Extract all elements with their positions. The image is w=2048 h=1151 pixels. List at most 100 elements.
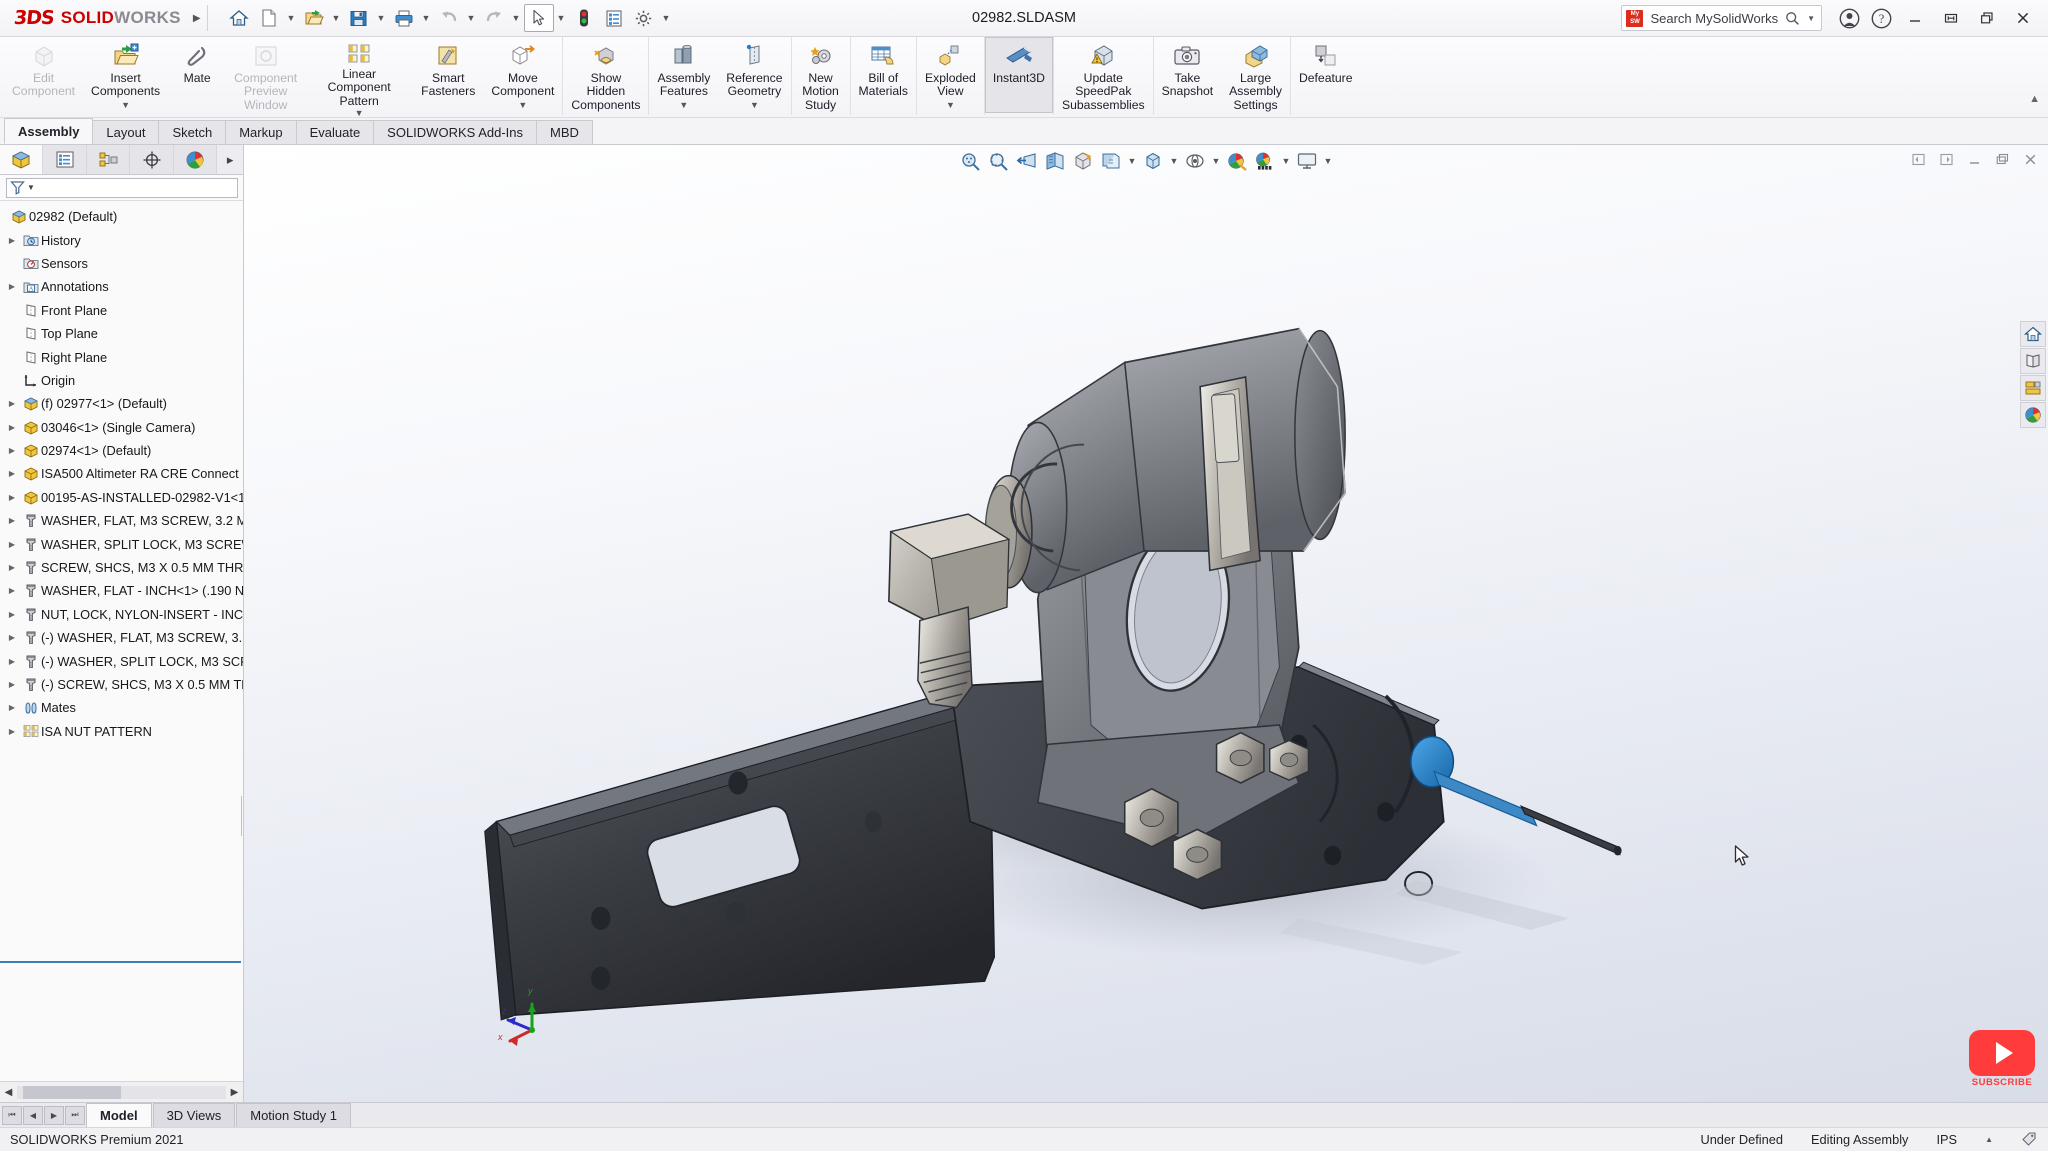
feature-manager-tab[interactable] <box>0 145 44 174</box>
window-maximize-button[interactable] <box>1970 3 2004 33</box>
search-caret-icon[interactable]: ▼ <box>1807 14 1815 23</box>
display-monitor-caret-icon[interactable]: ▼ <box>1322 147 1335 175</box>
take-snapshot-button[interactable]: Take Snapshot <box>1154 37 1222 113</box>
tree-node[interactable]: ▶ WASHER, SPLIT LOCK, M3 SCREW <box>0 532 243 555</box>
tree-expand-arrow-icon[interactable]: ▶ <box>4 282 20 291</box>
select-arrow-icon[interactable] <box>523 4 554 32</box>
doc-tab-model[interactable]: Model <box>86 1103 152 1127</box>
graphics-area[interactable]: ▼ ▼ ▼ ▼ ▼ y z x SUBSCRIBE <box>244 145 2048 1102</box>
view-layout-icon[interactable] <box>2020 375 2046 401</box>
status-units-caret-icon[interactable]: ▲ <box>1985 1135 1993 1144</box>
tree-expand-arrow-icon[interactable]: ▶ <box>4 586 20 595</box>
view-settings-icon[interactable] <box>1252 147 1279 175</box>
tree-expand-arrow-icon[interactable]: ▶ <box>4 516 20 525</box>
tree-expand-arrow-icon[interactable]: ▶ <box>4 680 20 689</box>
3d-model-viewport[interactable] <box>244 145 2048 1102</box>
tree-expand-arrow-icon[interactable]: ▶ <box>4 703 20 712</box>
tree-node[interactable]: ▶ 03046<1> (Single Camera) <box>0 416 243 439</box>
redo-icon[interactable] <box>479 4 509 32</box>
tree-expand-arrow-icon[interactable]: ▶ <box>4 423 20 432</box>
tree-node[interactable]: ▶ (-) SCREW, SHCS, M3 X 0.5 MM TH <box>0 673 243 696</box>
tree-expand-arrow-icon[interactable]: ▶ <box>4 540 20 549</box>
tab-nav-last-icon[interactable]: ⏭ <box>65 1105 85 1125</box>
home-icon[interactable] <box>224 4 254 32</box>
tab-layout[interactable]: Layout <box>92 120 160 144</box>
view-book-icon[interactable] <box>2020 348 2046 374</box>
move-component-button[interactable]: Move Component ▼ <box>483 37 562 113</box>
youtube-play-icon[interactable] <box>1969 1030 2035 1076</box>
tree-expand-arrow-icon[interactable]: ▶ <box>4 727 20 736</box>
undo-caret-icon[interactable]: ▼ <box>464 4 479 32</box>
component-preview-window-button[interactable]: Component Preview Window <box>226 37 305 113</box>
select-caret-icon[interactable]: ▼ <box>554 4 569 32</box>
tree-expand-arrow-icon[interactable]: ▶ <box>4 469 20 478</box>
tree-node[interactable]: ▶ 02974<1> (Default) <box>0 439 243 462</box>
bill-of-materials-button[interactable]: Bill of Materials <box>851 37 916 113</box>
doc-tab-3d-views[interactable]: 3D Views <box>152 1103 236 1127</box>
tree-filter-input[interactable]: ▼ <box>6 177 238 198</box>
hide-show-items-caret-icon[interactable]: ▼ <box>1168 147 1181 175</box>
ribbon-collapse-caret-icon[interactable]: ▲ <box>2029 93 2040 105</box>
options-gear-icon[interactable] <box>629 4 659 32</box>
tree-expand-arrow-icon[interactable]: ▶ <box>4 563 20 572</box>
doc-close-icon[interactable] <box>2018 147 2042 171</box>
open-document-caret-icon[interactable]: ▼ <box>329 4 344 32</box>
search-input[interactable]: My SW Search MySolidWorks ▼ <box>1621 5 1822 31</box>
insert-components-button[interactable]: Insert Components ▼ <box>83 37 168 113</box>
move-component-dropdown-caret-icon[interactable]: ▼ <box>518 100 527 112</box>
hide-show-items-icon[interactable] <box>1140 147 1167 175</box>
tree-node[interactable]: ▶ A Annotations <box>0 275 243 298</box>
tab-assembly[interactable]: Assembly <box>4 118 94 144</box>
undo-icon[interactable] <box>434 4 464 32</box>
print-caret-icon[interactable]: ▼ <box>419 4 434 32</box>
edit-component-button[interactable]: Edit Component <box>4 37 83 113</box>
tree-node[interactable]: ▶ Mates <box>0 696 243 719</box>
scroll-trough[interactable] <box>17 1085 226 1099</box>
exploded-view-dropdown-caret-icon[interactable]: ▼ <box>946 100 955 112</box>
doc-restore-icon[interactable] <box>1990 147 2014 171</box>
window-close-button[interactable] <box>2006 3 2040 33</box>
youtube-subscribe-watermark[interactable]: SUBSCRIBE <box>1966 1030 2038 1088</box>
defeature-button[interactable]: Defeature <box>1291 37 1361 113</box>
tree-node[interactable]: ▶ (f) 02977<1> (Default) <box>0 392 243 415</box>
tree-node[interactable]: ▶ ISA500 Altimeter RA CRE Connect <box>0 462 243 485</box>
doc-tab-motion-study-1[interactable]: Motion Study 1 <box>236 1103 351 1127</box>
tree-node[interactable]: Top Plane <box>0 322 243 345</box>
linear-component-pattern-dropdown-caret-icon[interactable]: ▼ <box>355 108 364 120</box>
tree-horizontal-scrollbar[interactable]: ◀ ▶ <box>0 1081 243 1102</box>
print-icon[interactable] <box>389 4 419 32</box>
tab-sketch[interactable]: Sketch <box>158 120 227 144</box>
insert-components-dropdown-caret-icon[interactable]: ▼ <box>121 100 130 112</box>
tree-node[interactable]: ▶ WASHER, FLAT, M3 SCREW, 3.2 M <box>0 509 243 532</box>
tab-markup[interactable]: Markup <box>225 120 297 144</box>
zoom-to-area-icon[interactable] <box>986 147 1013 175</box>
display-monitor-icon[interactable] <box>1294 147 1321 175</box>
user-account-icon[interactable] <box>1834 3 1864 33</box>
redo-caret-icon[interactable]: ▼ <box>509 4 524 32</box>
display-style-caret-icon[interactable]: ▼ <box>1126 147 1139 175</box>
instant3d-button[interactable]: Instant3D <box>984 37 1053 113</box>
tree-expand-arrow-icon[interactable]: ▶ <box>4 610 20 619</box>
reference-geometry-dropdown-caret-icon[interactable]: ▼ <box>750 100 759 112</box>
edit-appearance-caret-icon[interactable]: ▼ <box>1210 147 1223 175</box>
options-caret-icon[interactable]: ▼ <box>659 4 674 32</box>
doc-minimize-icon[interactable] <box>1962 147 1986 171</box>
save-caret-icon[interactable]: ▼ <box>374 4 389 32</box>
configuration-manager-tab[interactable] <box>86 145 131 174</box>
scroll-left-arrow-icon[interactable]: ◀ <box>0 1087 17 1098</box>
window-restore-button[interactable] <box>1934 3 1968 33</box>
exploded-view-button[interactable]: Exploded View ▼ <box>917 37 984 113</box>
new-document-caret-icon[interactable]: ▼ <box>284 4 299 32</box>
view-home-icon[interactable] <box>2020 321 2046 347</box>
window-minimize-button[interactable] <box>1898 3 1932 33</box>
edit-appearance-icon[interactable] <box>1182 147 1209 175</box>
reference-geometry-button[interactable]: Reference Geometry ▼ <box>718 37 790 113</box>
tree-node[interactable]: ▶ 00195-AS-INSTALLED-02982-V1<1 <box>0 486 243 509</box>
tree-node[interactable]: ▶ (-) WASHER, SPLIT LOCK, M3 SCR <box>0 649 243 672</box>
open-document-icon[interactable] <box>299 4 329 32</box>
tab-nav-prev-icon[interactable]: ◀ <box>23 1105 43 1125</box>
tree-node[interactable]: ▶ (-) WASHER, FLAT, M3 SCREW, 3.2 <box>0 626 243 649</box>
save-icon[interactable] <box>344 4 374 32</box>
tree-node[interactable]: Right Plane <box>0 345 243 368</box>
tree-expand-arrow-icon[interactable]: ▶ <box>4 446 20 455</box>
